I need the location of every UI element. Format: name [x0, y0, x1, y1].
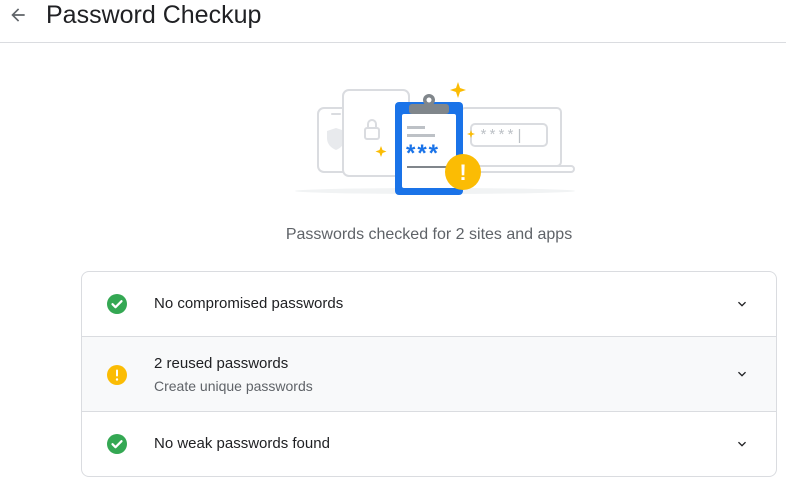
sparkle-icon	[450, 82, 466, 98]
warning-circle-icon	[107, 365, 127, 385]
back-button[interactable]	[6, 3, 30, 27]
result-row-weak[interactable]: No weak passwords found	[82, 412, 776, 476]
chevron-down-icon[interactable]	[734, 366, 750, 382]
results-card: No compromised passwords 2 reused passwo…	[81, 271, 777, 477]
result-row-compromised[interactable]: No compromised passwords	[82, 272, 776, 337]
check-circle-icon	[107, 434, 127, 454]
result-title: No compromised passwords	[154, 295, 344, 312]
check-summary: Passwords checked for 2 sites and apps	[285, 226, 573, 243]
chevron-down-icon[interactable]	[734, 436, 750, 452]
check-circle-icon	[107, 294, 127, 314]
chevron-down-icon[interactable]	[734, 296, 750, 312]
clipboard-password-text: ***	[406, 140, 440, 167]
arrow-back-icon	[11, 8, 25, 22]
result-subtitle: Create unique passwords	[154, 378, 313, 394]
password-field-text: ****|	[479, 128, 524, 145]
result-row-reused[interactable]: 2 reused passwords Create unique passwor…	[82, 337, 776, 412]
result-title: 2 reused passwords	[154, 355, 289, 372]
page-title: Password Checkup	[46, 1, 262, 29]
password-checkup-illustration: ****| *** !	[295, 82, 575, 195]
warning-badge-icon: !	[445, 154, 481, 190]
password-field-icon: ****|	[470, 123, 548, 147]
warning-mark: !	[459, 160, 466, 185]
result-title: No weak passwords found	[154, 435, 330, 452]
app-header: Password Checkup	[0, 0, 786, 43]
